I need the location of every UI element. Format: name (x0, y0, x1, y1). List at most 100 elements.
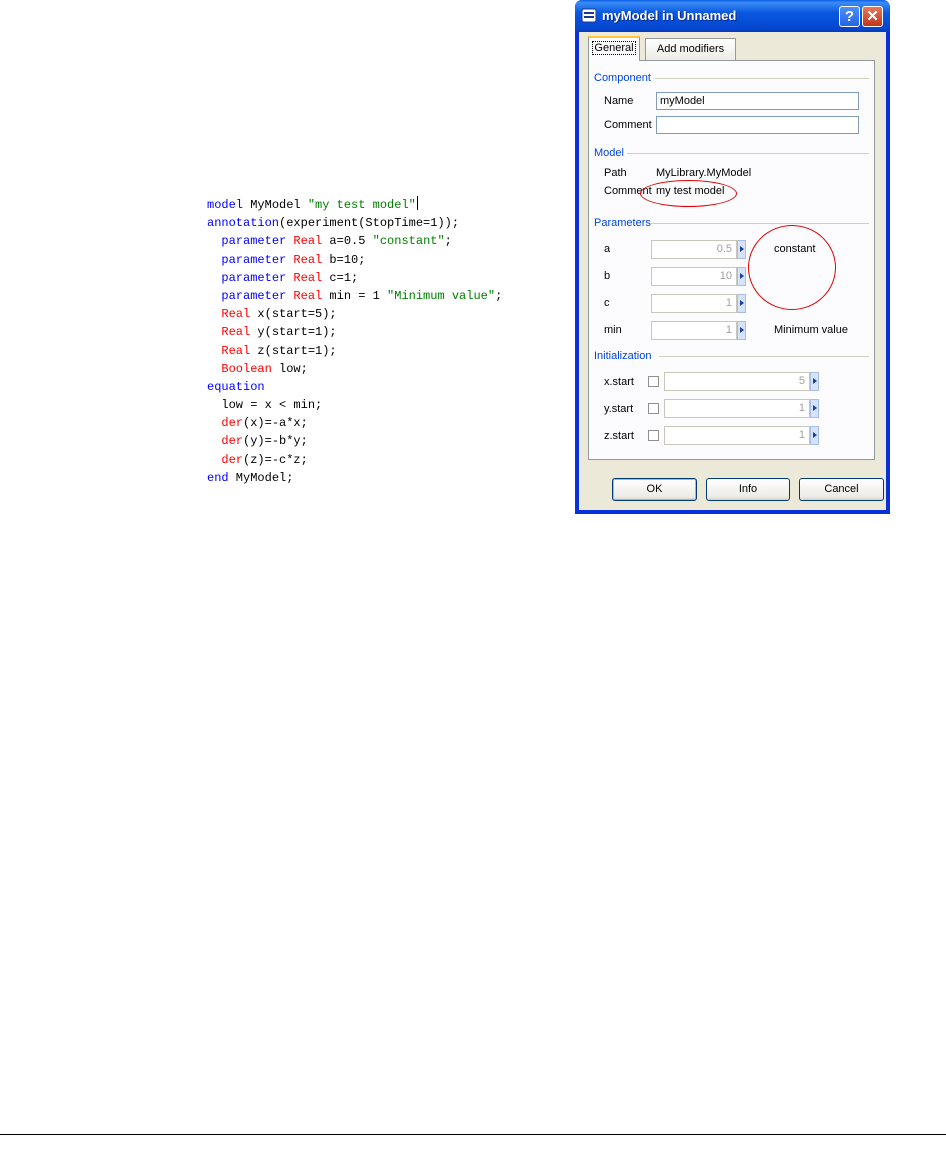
param-a-arrow-icon[interactable] (737, 240, 746, 259)
code-line: parameter Real c=1; (207, 269, 502, 287)
code-token: Real (293, 252, 323, 267)
code-line: der(x)=-a*x; (207, 414, 502, 432)
param-b-field[interactable]: 10 (651, 267, 737, 286)
code-token: (x)=-a*x; (243, 416, 308, 431)
path-label: Path (604, 167, 627, 179)
code-token: parameter (221, 288, 287, 303)
initialization-divider (659, 356, 869, 357)
x-start-label: x.start (604, 376, 634, 388)
code-token: parameter (221, 252, 287, 267)
code-token: MyModel (243, 198, 308, 212)
tab-add-modifiers[interactable]: Add modifiers (645, 38, 736, 60)
cancel-button[interactable]: Cancel (799, 478, 884, 501)
path-value: MyLibrary.MyModel (656, 167, 752, 179)
code-token: Real (293, 270, 323, 285)
y-start-field[interactable]: 1 (664, 399, 810, 418)
tab-general-label: General (592, 41, 636, 55)
param-b-label: b (604, 270, 611, 282)
code-line: equation (207, 378, 502, 396)
model-divider (627, 153, 869, 154)
close-button[interactable]: ✕ (862, 6, 883, 27)
code-token: model (207, 198, 244, 212)
code-listing: model MyModel "my test model" annotation(… (207, 196, 502, 487)
code-line: low = x < min; (207, 396, 502, 414)
code-token: "Minimum value" (387, 288, 496, 303)
code-token: x(start=5); (250, 307, 337, 322)
code-line: der(z)=-c*z; (207, 451, 502, 469)
component-comment-field[interactable] (656, 116, 859, 134)
code-token: (experiment(StopTime=1)); (279, 216, 460, 231)
code-token: der (221, 452, 244, 467)
z-start-arrow-icon[interactable] (810, 426, 819, 445)
param-c-field[interactable]: 1 (651, 294, 737, 313)
parameters-heading: Parameters (594, 217, 651, 229)
param-min-arrow-icon[interactable] (737, 321, 746, 340)
help-button[interactable]: ? (839, 6, 860, 27)
code-token: ; (495, 288, 503, 303)
z-start-field[interactable]: 1 (664, 426, 810, 445)
z-start-checkbox[interactable] (648, 430, 659, 441)
param-b-arrow-icon[interactable] (737, 267, 746, 286)
param-a-field[interactable]: 0.5 (651, 240, 737, 259)
code-token: Real (293, 234, 323, 249)
dialog-body: General Add modifiers Component Name myM… (579, 32, 886, 510)
code-token: MyModel; (228, 470, 294, 485)
code-line: end MyModel; (207, 469, 502, 487)
code-token: z(start=1); (250, 343, 337, 358)
component-divider (655, 78, 869, 79)
param-min-comment: Minimum value (774, 324, 848, 336)
code-token: "my test model" (307, 198, 416, 212)
x-start-checkbox[interactable] (648, 376, 659, 387)
y-start-checkbox[interactable] (648, 403, 659, 414)
code-token: min = 1 (322, 288, 388, 303)
code-line: Real z(start=1); (207, 342, 502, 360)
code-token: Real (221, 307, 251, 322)
x-start-field[interactable]: 5 (664, 372, 810, 391)
text-cursor (416, 196, 418, 210)
code-token: equation (207, 379, 265, 394)
y-start-label: y.start (604, 403, 634, 415)
code-line: model MyModel "my test model" (207, 196, 502, 214)
code-line: parameter Real b=10; (207, 251, 502, 269)
x-start-arrow-icon[interactable] (810, 372, 819, 391)
code-token: Real (221, 343, 251, 358)
title-bar[interactable]: myModel in Unnamed ? ✕ (575, 0, 890, 32)
code-line: Boolean low; (207, 360, 502, 378)
y-start-arrow-icon[interactable] (810, 399, 819, 418)
tab-general[interactable]: General (588, 36, 640, 61)
param-min-field[interactable]: 1 (651, 321, 737, 340)
code-token: parameter (221, 234, 287, 249)
param-a-label: a (604, 243, 611, 255)
component-comment-label: Comment (604, 119, 652, 131)
component-heading: Component (594, 72, 651, 84)
code-line: Real x(start=5); (207, 305, 502, 323)
code-line: parameter Real min = 1 "Minimum value"; (207, 287, 502, 305)
code-line: annotation(experiment(StopTime=1)); (207, 214, 502, 232)
param-c-label: c (604, 297, 610, 309)
code-line: parameter Real a=0.5 "constant"; (207, 232, 502, 250)
name-field[interactable]: myModel (656, 92, 859, 110)
ok-button[interactable]: OK (612, 478, 697, 501)
name-label: Name (604, 95, 634, 107)
parameter-dialog: myModel in Unnamed ? ✕ General Add modif… (575, 0, 890, 514)
z-start-label: z.start (604, 430, 634, 442)
code-token: (y)=-b*y; (243, 434, 308, 449)
parameters-divider (651, 223, 869, 224)
dialog-title: myModel in Unnamed (602, 8, 737, 23)
code-token: der (221, 434, 244, 449)
code-token: low; (271, 361, 308, 376)
code-line: Real y(start=1); (207, 323, 502, 341)
info-button[interactable]: Info (706, 478, 790, 501)
code-token: ; (444, 234, 452, 249)
code-line: der(y)=-b*y; (207, 432, 502, 450)
code-token: Real (221, 325, 251, 340)
param-c-arrow-icon[interactable] (737, 294, 746, 313)
code-token: (z)=-c*z; (243, 452, 308, 467)
